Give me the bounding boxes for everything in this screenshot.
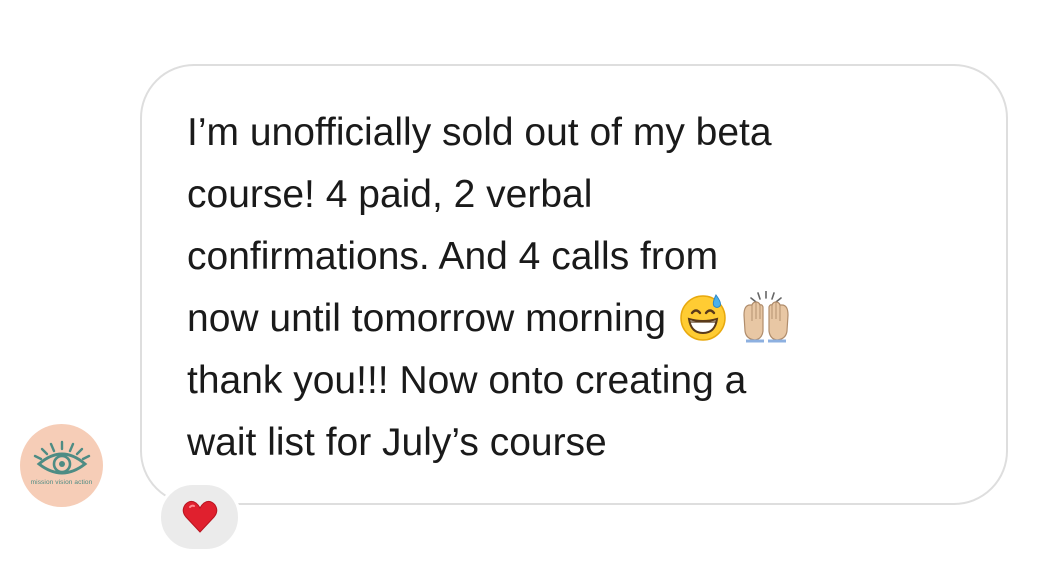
message-line: thank you!!! Now onto creating a <box>187 359 747 402</box>
reaction-badge[interactable] <box>158 482 241 552</box>
avatar[interactable]: mission vision action <box>20 424 103 507</box>
message-line-text: now until tomorrow morning <box>187 297 667 340</box>
message-line: I’m unofficially sold out of my beta <box>187 111 772 154</box>
message-line: confirmations. And 4 calls from <box>187 235 719 278</box>
message-line-with-emoji: now until tomorrow morning <box>187 288 987 350</box>
message-line: wait list for July’s course <box>187 421 607 464</box>
red-heart-icon <box>182 500 218 533</box>
eye-logo-icon <box>33 440 91 475</box>
raising-hands-icon <box>743 290 789 343</box>
message-text: I’m unofficially sold out of my beta cou… <box>187 102 987 474</box>
message-line: course! 4 paid, 2 verbal <box>187 173 593 216</box>
grinning-face-with-sweat-icon <box>680 293 726 341</box>
avatar-caption: mission vision action <box>30 479 93 486</box>
